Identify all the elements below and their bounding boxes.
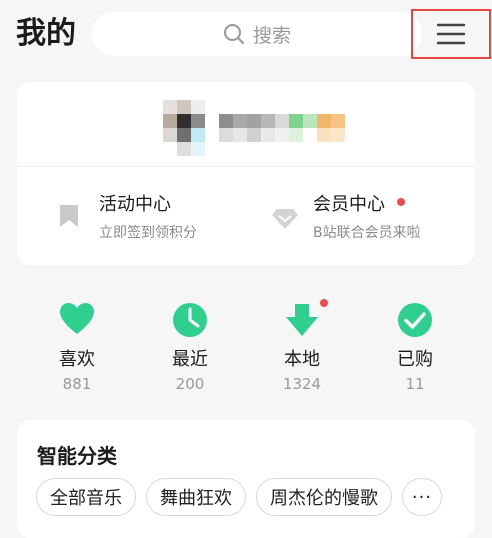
more-categories-button[interactable]: ··· — [402, 478, 442, 516]
quick-label: 本地 — [284, 349, 320, 370]
quick-item-local[interactable]: 本地 1324 — [262, 298, 342, 394]
check-icon — [398, 303, 432, 337]
quick-label: 喜欢 — [59, 349, 95, 370]
entry-title: 会员中心 — [313, 194, 385, 215]
header: 我的 搜索 — [0, 0, 492, 68]
page-title: 我的 — [16, 16, 76, 51]
menu-button[interactable] — [411, 9, 491, 59]
entry-subtitle: 立即签到领积分 — [99, 225, 197, 241]
quick-count: 200 — [175, 375, 205, 393]
quick-item-purchased[interactable]: 已购 11 — [375, 298, 455, 394]
quick-count: 1324 — [282, 375, 322, 393]
profile-card: 活动中心 立即签到领积分 会员中心 B站联合会员来啦 — [17, 82, 475, 265]
search-icon — [223, 24, 245, 45]
heart-icon — [60, 303, 94, 334]
quick-label: 已购 — [397, 349, 433, 370]
smart-category-card: 智能分类 全部音乐 舞曲狂欢 周杰伦的慢歌 ··· — [17, 420, 475, 538]
quick-count: 11 — [405, 375, 425, 393]
quick-count: 881 — [62, 375, 92, 393]
chip-jay-chou-ballads[interactable]: 周杰伦的慢歌 — [256, 478, 392, 516]
divider — [17, 166, 475, 167]
notification-dot — [320, 299, 328, 307]
bookmark-icon — [60, 205, 78, 227]
vip-center-entry[interactable]: 会员中心 B站联合会员来啦 — [246, 184, 475, 254]
chip-all-music[interactable]: 全部音乐 — [36, 478, 136, 516]
menu-icon — [437, 23, 465, 45]
search-placeholder: 搜索 — [252, 24, 291, 47]
entry-subtitle: B站联合会员来啦 — [313, 225, 421, 241]
quick-item-recent[interactable]: 最近 200 — [150, 298, 230, 394]
clock-icon — [173, 303, 207, 337]
chip-dance[interactable]: 舞曲狂欢 — [146, 478, 246, 516]
quick-label: 最近 — [172, 349, 208, 370]
download-icon — [286, 304, 318, 336]
quick-item-like[interactable]: 喜欢 881 — [37, 298, 117, 394]
diamond-icon — [272, 209, 298, 229]
category-chips: 全部音乐 舞曲狂欢 周杰伦的慢歌 ··· — [36, 478, 442, 516]
section-title: 智能分类 — [37, 444, 117, 468]
activity-center-entry[interactable]: 活动中心 立即签到领积分 — [17, 184, 246, 254]
notification-dot — [397, 198, 405, 206]
entry-title: 活动中心 — [99, 194, 171, 215]
search-bar[interactable]: 搜索 — [92, 12, 422, 56]
